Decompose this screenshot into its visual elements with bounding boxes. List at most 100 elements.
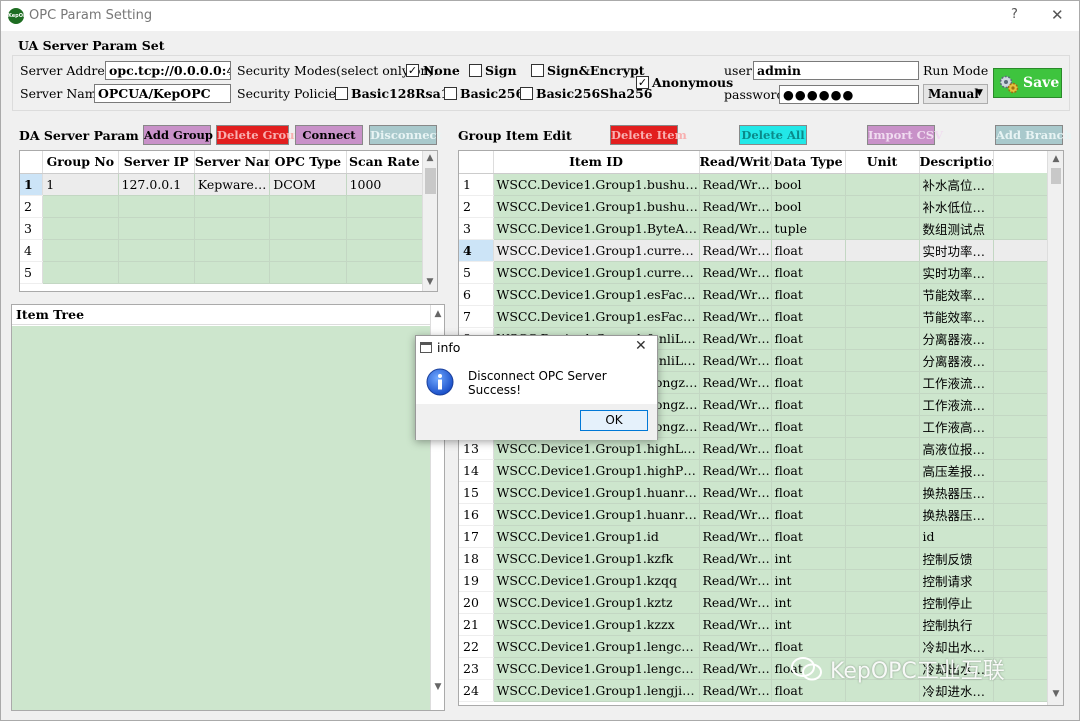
delete-all-button[interactable]: Delete All bbox=[739, 125, 807, 145]
read-write-cell[interactable]: Read/Write bbox=[699, 195, 772, 218]
read-write-cell[interactable]: Read/Write bbox=[699, 525, 772, 548]
read-write-cell[interactable]: Read/Write bbox=[699, 679, 772, 702]
unit-cell[interactable] bbox=[845, 481, 920, 504]
table-cell[interactable] bbox=[269, 239, 347, 262]
data-type-cell[interactable]: int bbox=[771, 613, 846, 636]
data-type-cell[interactable]: float bbox=[771, 349, 846, 372]
unit-cell[interactable] bbox=[845, 393, 920, 416]
table-cell[interactable]: DCOM bbox=[269, 173, 347, 196]
item-id-cell[interactable]: WSCC.Device1.Group1.esFactor_rg bbox=[493, 305, 700, 328]
table-cell[interactable] bbox=[42, 217, 119, 240]
dialog-close-button[interactable]: ✕ bbox=[635, 338, 647, 354]
row-header[interactable]: 7 bbox=[459, 305, 494, 328]
read-write-cell[interactable]: Read/Write bbox=[699, 569, 772, 592]
table-row[interactable]: 15WSCC.Device1.Group1.huanrePressRead/Wr… bbox=[459, 481, 1048, 504]
item-id-cell[interactable]: WSCC.Device1.Group1.huanrePres… bbox=[493, 503, 700, 526]
unit-cell[interactable] bbox=[845, 327, 920, 350]
scroll-up-icon[interactable]: ▲ bbox=[423, 153, 437, 163]
row-header[interactable]: 22 bbox=[459, 635, 494, 658]
mode-sign-encrypt-checkbox[interactable] bbox=[531, 64, 544, 77]
read-write-cell[interactable]: Read/Write bbox=[699, 657, 772, 680]
row-header[interactable]: 14 bbox=[459, 459, 494, 482]
data-type-cell[interactable]: float bbox=[771, 481, 846, 504]
unit-cell[interactable] bbox=[845, 349, 920, 372]
row-header[interactable]: 5 bbox=[20, 261, 44, 284]
unit-cell[interactable] bbox=[845, 371, 920, 394]
read-write-cell[interactable]: Read/Write bbox=[699, 371, 772, 394]
table-row[interactable]: 2 bbox=[20, 195, 424, 218]
row-header[interactable]: 6 bbox=[459, 283, 494, 306]
data-type-cell[interactable]: float bbox=[771, 239, 846, 262]
server-name-input[interactable]: OPCUA/KepOPC bbox=[94, 84, 231, 103]
item-id-cell[interactable]: WSCC.Device1.Group1.lengjinTemp bbox=[493, 679, 700, 702]
item-id-cell[interactable]: WSCC.Device1.Group1.highLevel… bbox=[493, 437, 700, 460]
description-cell[interactable]: 实时功率… bbox=[919, 261, 994, 284]
read-write-cell[interactable]: Read/Write bbox=[699, 503, 772, 526]
description-cell[interactable]: 高压差报… bbox=[919, 459, 994, 482]
table-cell[interactable]: 1 bbox=[42, 173, 119, 196]
table-row[interactable]: 3 WSCC.Device1.Group1.ByteArray Read/Write… bbox=[459, 217, 1048, 240]
col-header[interactable]: Group No bbox=[42, 151, 119, 174]
item-table-scrollbar[interactable]: ▲ ▼ bbox=[1047, 151, 1063, 705]
table-row[interactable]: 6 WSCC.Device1.Group1.esFactor Read/Write f… bbox=[459, 283, 1048, 306]
data-type-cell[interactable]: bool bbox=[771, 195, 846, 218]
table-row[interactable]: 1 WSCC.Device1.Group1.bushuiHigh Read/Writ… bbox=[459, 173, 1048, 196]
data-type-cell[interactable]: float bbox=[771, 459, 846, 482]
description-cell[interactable]: 高液位报… bbox=[919, 437, 994, 460]
table-row[interactable]: 7WSCC.Device1.Group1.esFactor_rgRead/Wri… bbox=[459, 305, 1048, 328]
row-header[interactable]: 13 bbox=[459, 437, 494, 460]
description-cell[interactable]: 节能效率… bbox=[919, 283, 994, 306]
col-header[interactable]: Read/Write bbox=[699, 151, 772, 174]
data-type-cell[interactable]: float bbox=[771, 327, 846, 350]
table-cell[interactable] bbox=[194, 195, 271, 218]
row-header[interactable]: 16 bbox=[459, 503, 494, 526]
description-cell[interactable]: 控制请求 bbox=[919, 569, 994, 592]
table-row[interactable]: 4 bbox=[20, 239, 424, 262]
data-type-cell[interactable]: float bbox=[771, 305, 846, 328]
row-header[interactable]: 4 bbox=[20, 239, 44, 262]
col-header[interactable]: Unit bbox=[845, 151, 920, 174]
table-row[interactable]: 5 bbox=[20, 261, 424, 284]
unit-cell[interactable] bbox=[845, 547, 920, 570]
description-cell[interactable]: 补水高位… bbox=[919, 173, 994, 196]
item-id-cell[interactable]: WSCC.Device1.Group1.kztz bbox=[493, 591, 700, 614]
server-address-input[interactable]: opc.tcp://0.0.0.0:4841 bbox=[105, 61, 231, 80]
table-row[interactable]: 4WSCC.Device1.Group1.currentPowerRead/Wr… bbox=[459, 239, 1048, 262]
delete-group-button[interactable]: Delete Group bbox=[216, 125, 303, 145]
policy-basic256sha256-checkbox[interactable] bbox=[520, 87, 533, 100]
table-cell[interactable] bbox=[42, 261, 119, 284]
row-header[interactable]: 21 bbox=[459, 613, 494, 636]
policy-basic256-checkbox[interactable] bbox=[444, 87, 457, 100]
table-cell[interactable] bbox=[118, 261, 195, 284]
col-header[interactable]: Scan Rate bbox=[346, 151, 424, 174]
unit-cell[interactable] bbox=[845, 261, 920, 284]
item-id-cell[interactable]: WSCC.Device1.Group1.kzfk bbox=[493, 547, 700, 570]
data-type-cell[interactable]: tuple bbox=[771, 217, 846, 240]
scroll-down-icon[interactable]: ▼ bbox=[1049, 689, 1063, 699]
row-header[interactable]: 15 bbox=[459, 481, 494, 504]
scroll-down-icon[interactable]: ▼ bbox=[431, 682, 445, 692]
help-button[interactable]: ? bbox=[1011, 7, 1018, 22]
read-write-cell[interactable]: Read/Write bbox=[699, 173, 772, 196]
da-table-scrollbar[interactable]: ▲ ▼ bbox=[422, 151, 437, 291]
table-cell[interactable] bbox=[194, 261, 271, 284]
scroll-thumb[interactable] bbox=[425, 168, 436, 194]
scroll-down-icon[interactable]: ▼ bbox=[423, 277, 437, 287]
row-header[interactable]: 2 bbox=[20, 195, 44, 218]
table-row[interactable]: 20 WSCC.Device1.Group1.kztz Read/Write int 控… bbox=[459, 591, 1048, 614]
item-tree[interactable] bbox=[12, 326, 430, 710]
item-id-cell[interactable]: WSCC.Device1.Group1.lengchuTemp bbox=[493, 635, 700, 658]
description-cell[interactable]: 工作液高… bbox=[919, 415, 994, 438]
data-type-cell[interactable]: float bbox=[771, 415, 846, 438]
table-cell[interactable] bbox=[194, 239, 271, 262]
mode-sign-checkbox[interactable] bbox=[469, 64, 482, 77]
item-id-cell[interactable]: WSCC.Device1.Group1.currentPower bbox=[493, 239, 700, 262]
connect-button[interactable]: Connect bbox=[295, 125, 363, 145]
read-write-cell[interactable]: Read/Write bbox=[699, 393, 772, 416]
read-write-cell[interactable]: Read/Write bbox=[699, 239, 772, 262]
table-cell[interactable]: 1000 bbox=[346, 173, 424, 196]
row-header[interactable]: 4 bbox=[459, 239, 494, 262]
table-row[interactable]: 3 bbox=[20, 217, 424, 240]
description-cell[interactable]: 控制执行 bbox=[919, 613, 994, 636]
data-type-cell[interactable]: int bbox=[771, 569, 846, 592]
